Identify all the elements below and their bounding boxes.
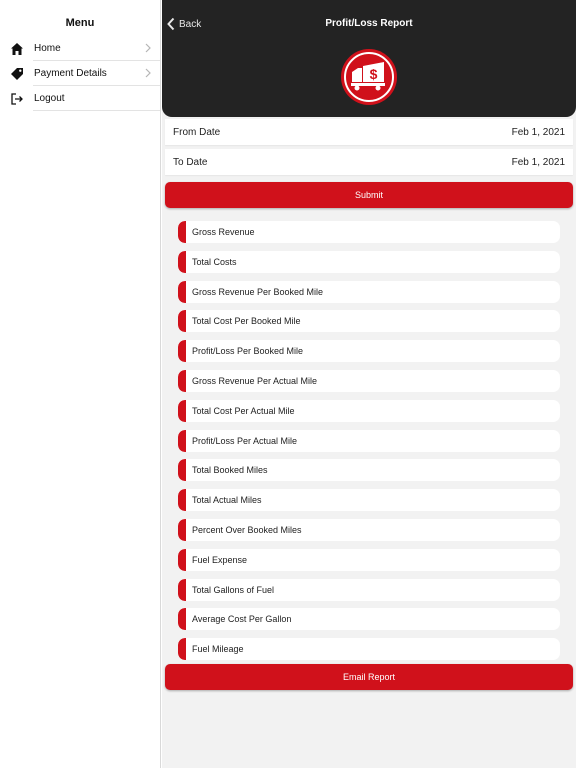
report-item-accent	[178, 489, 186, 512]
report-item-label: Profit/Loss Per Actual Mile	[192, 435, 298, 446]
report-item-label: Total Booked Miles	[192, 465, 268, 476]
report-item[interactable]: Total Actual Miles	[178, 489, 560, 512]
report-item-accent	[178, 429, 186, 452]
sidebar-item-logout[interactable]: Logout	[0, 86, 160, 111]
submit-button[interactable]: Submit	[165, 182, 573, 208]
report-item-label: Gross Revenue	[192, 227, 255, 237]
report-item-label: Total Costs	[192, 256, 237, 267]
report-item[interactable]: Total Cost Per Actual Mile	[178, 399, 560, 422]
sidebar-item-payment-details[interactable]: Payment Details	[0, 61, 160, 86]
report-item[interactable]: Percent Over Booked Miles	[178, 519, 560, 541]
report-item-label: Average Cost Per Gallon	[192, 614, 292, 625]
report-item[interactable]: Total Costs	[178, 250, 560, 273]
email-report-button[interactable]: Email Report	[165, 664, 573, 690]
report-item-accent	[178, 578, 186, 601]
report-item[interactable]: Fuel Expense	[178, 548, 560, 571]
report-item-accent	[178, 370, 186, 392]
report-item-label: Profit/Loss Per Booked Mile	[192, 346, 304, 357]
truck-dollar-logo-icon: $	[341, 49, 397, 105]
to-date-label: To Date	[173, 156, 208, 168]
to-date-value: Feb 1, 2021	[511, 156, 565, 168]
sidebar-item-label: Home	[34, 43, 61, 54]
report-item-accent	[178, 280, 186, 303]
sidebar-item-home[interactable]: Home	[0, 36, 160, 61]
report-item-label: Fuel Mileage	[192, 644, 244, 655]
to-date-field[interactable]: To Date Feb 1, 2021	[165, 149, 573, 175]
report-item[interactable]: Profit/Loss Per Booked Mile	[178, 340, 560, 363]
divider	[33, 110, 160, 111]
report-item-label: Total Actual Miles	[192, 495, 262, 506]
sidebar-item-label: Logout	[34, 93, 65, 104]
report-item-label: Total Cost Per Booked Mile	[192, 316, 301, 327]
report-item-accent	[178, 340, 186, 363]
report-item[interactable]: Gross Revenue Per Booked Mile	[178, 280, 560, 303]
sidebar-menu: Menu Home Payment Details Logout	[0, 0, 161, 768]
main-panel: Back Profit/Loss Report $ From Date Feb …	[162, 0, 576, 768]
report-item-label: Percent Over Booked Miles	[192, 525, 302, 535]
report-item-label: Fuel Expense	[192, 554, 248, 565]
from-date-field[interactable]: From Date Feb 1, 2021	[165, 119, 573, 145]
report-item-label: Total Cost Per Actual Mile	[192, 405, 295, 416]
report-item-accent	[178, 310, 186, 333]
page-title: Profit/Loss Report	[325, 18, 413, 29]
report-item[interactable]: Fuel Mileage	[178, 638, 560, 661]
report-item[interactable]: Total Cost Per Booked Mile	[178, 310, 560, 333]
report-item-label: Gross Revenue Per Actual Mile	[192, 376, 318, 386]
report-item-label: Total Gallons of Fuel	[192, 584, 275, 595]
report-item[interactable]: Gross Revenue Per Actual Mile	[178, 370, 560, 392]
chevron-right-icon	[145, 68, 151, 78]
report-item-accent	[178, 221, 186, 243]
header-bar: Back Profit/Loss Report $	[162, 0, 576, 117]
logout-icon	[10, 92, 24, 106]
report-item-label: Gross Revenue Per Booked Mile	[192, 286, 324, 297]
from-date-value: Feb 1, 2021	[511, 126, 565, 138]
tag-icon	[10, 67, 24, 81]
chevron-right-icon	[145, 43, 151, 53]
report-item-accent	[178, 519, 186, 541]
sidebar-title: Menu	[65, 17, 95, 29]
svg-text:$: $	[370, 66, 378, 82]
report-item-accent	[178, 399, 186, 422]
report-item[interactable]: Gross Revenue	[178, 221, 560, 243]
from-date-label: From Date	[173, 126, 221, 138]
report-item-accent	[178, 638, 186, 661]
report-item-accent	[178, 459, 186, 482]
report-item[interactable]: Total Gallons of Fuel	[178, 578, 560, 601]
report-item[interactable]: Profit/Loss Per Actual Mile	[178, 429, 560, 452]
report-item[interactable]: Average Cost Per Gallon	[178, 608, 560, 631]
sidebar-item-label: Payment Details	[34, 68, 107, 79]
home-icon	[10, 42, 24, 56]
report-item[interactable]: Total Booked Miles	[178, 459, 560, 482]
report-item-accent	[178, 608, 186, 631]
report-item-accent	[178, 250, 186, 273]
report-item-accent	[178, 548, 186, 571]
